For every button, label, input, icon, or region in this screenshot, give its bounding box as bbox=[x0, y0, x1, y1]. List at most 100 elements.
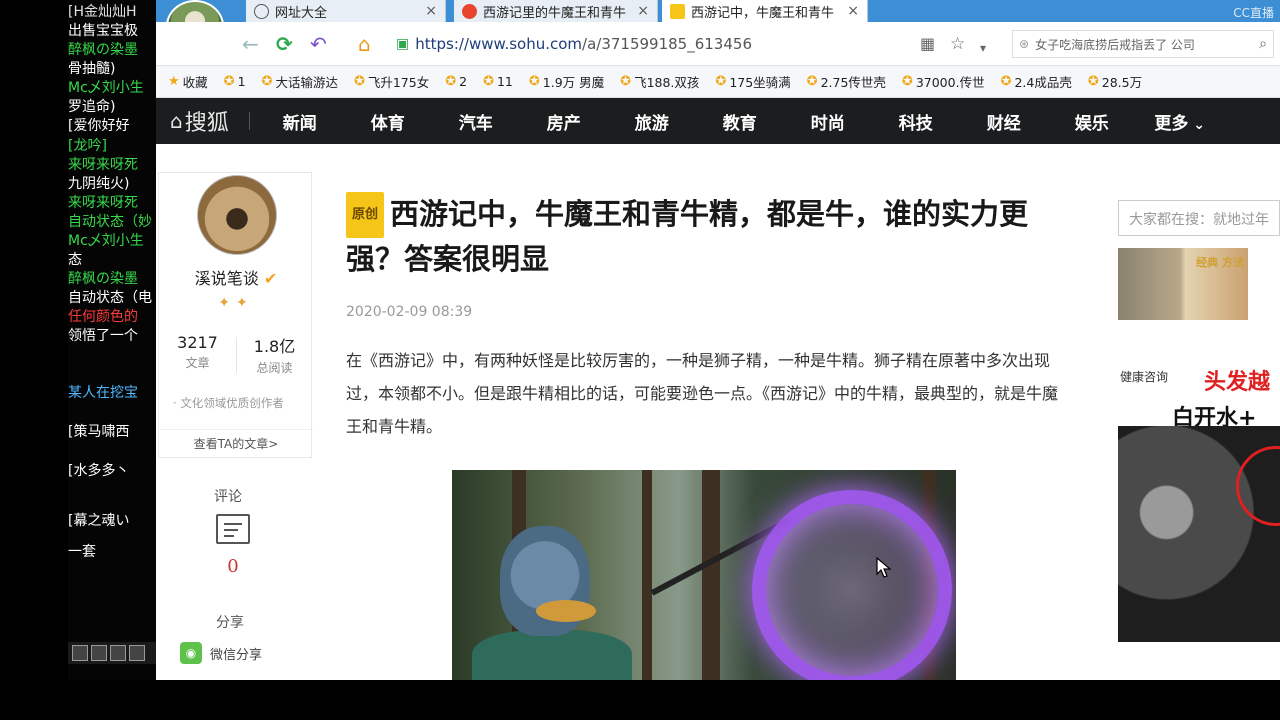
channel-label: 娱乐 bbox=[1074, 113, 1109, 134]
address-bar[interactable]: ▣ https://www.sohu.com/a/371599185_61345… bbox=[396, 30, 986, 58]
wechat-share-label: 微信分享 bbox=[210, 647, 263, 663]
comment-icon[interactable] bbox=[216, 514, 250, 544]
bookmark-icon: ✪ bbox=[483, 74, 494, 89]
wechat-share-button[interactable]: ◉ 微信分享 bbox=[180, 642, 262, 664]
bookmark-icon: ✪ bbox=[901, 74, 913, 89]
articles-label: 文章 bbox=[185, 356, 210, 370]
sidebar-ad-video[interactable] bbox=[1118, 426, 1280, 642]
author-card: 溪说笔谈 ✔ ✦✦ 3217 文章 1.8亿 总阅读 · 文化领域优质创作者 查… bbox=[158, 172, 313, 459]
chat-tool-icon[interactable] bbox=[129, 645, 145, 661]
bookmark-item[interactable]: ✪ 1.9万 男魔 bbox=[529, 72, 604, 91]
bookmark-label: 2.75传世壳 bbox=[820, 75, 886, 90]
search-text: 女子吃海底捞后戒指丢了 公司 bbox=[1035, 37, 1195, 52]
chat-line: Mc乄刘小生 bbox=[68, 80, 144, 96]
sidebar-search-input[interactable]: 大家都在搜：就地过年 bbox=[1118, 200, 1280, 236]
bookmark-item[interactable]: ✪ 11 bbox=[483, 74, 513, 89]
channel-link[interactable]: 财经 bbox=[960, 109, 1048, 134]
channel-link[interactable]: 娱乐 bbox=[1048, 109, 1136, 134]
home-icon[interactable]: ⌂ bbox=[358, 32, 371, 56]
channel-label: 更多 bbox=[1154, 113, 1189, 134]
chat-tool-icon[interactable] bbox=[72, 645, 88, 661]
channel-label: 房产 bbox=[546, 113, 581, 134]
chat-line: 醉枫の染墨 bbox=[68, 42, 138, 58]
chat-line: [龙吟] bbox=[68, 138, 107, 154]
bookmark-label: 175坐骑满 bbox=[729, 75, 791, 90]
bookmark-item[interactable]: ✪ 175坐骑满 bbox=[715, 72, 790, 91]
chat-line: [幕之魂い bbox=[68, 513, 130, 529]
channel-link[interactable]: 科技 bbox=[872, 109, 960, 134]
bookmark-item[interactable]: ✪ 大话输游达 bbox=[262, 72, 338, 91]
share-label: 分享 bbox=[216, 615, 244, 631]
reads-label: 总阅读 bbox=[256, 361, 293, 375]
game-chat-toolbar bbox=[68, 642, 158, 664]
close-icon[interactable]: × bbox=[637, 3, 649, 19]
chat-line: 九阴纯火) bbox=[68, 176, 130, 192]
sohu-logo[interactable]: ⌂ 搜狐 bbox=[170, 105, 229, 137]
close-icon[interactable]: × bbox=[847, 3, 859, 19]
chat-line: 醉枫の染墨 bbox=[68, 271, 138, 287]
star-icon[interactable]: ☆ bbox=[950, 32, 965, 56]
bookmark-icon: ✪ bbox=[528, 74, 540, 89]
bookmark-item[interactable]: ✪ 1 bbox=[224, 74, 246, 89]
search-box[interactable]: ⊛ 女子吃海底捞后戒指丢了 公司 ⌕ bbox=[1012, 30, 1274, 58]
close-icon[interactable]: × bbox=[425, 3, 437, 19]
channel-link[interactable]: 汽车 bbox=[432, 109, 520, 134]
bookmark-label: 37000.传世 bbox=[915, 75, 985, 90]
reload-icon[interactable]: ⟳ bbox=[276, 32, 293, 56]
ad-headline[interactable]: 头发越 bbox=[1204, 364, 1270, 396]
tab-sogou-search[interactable]: 西游记里的牛魔王和青牛 × bbox=[454, 0, 658, 22]
original-badge: 原创 bbox=[346, 192, 385, 238]
channel-link[interactable]: 时尚 bbox=[784, 109, 872, 134]
live-stream-badge: CC直播 bbox=[1233, 6, 1274, 20]
tab-sohu-article[interactable]: 西游记中，牛魔王和青牛 × bbox=[662, 0, 868, 22]
chat-line: 态 bbox=[68, 252, 82, 268]
game-chat-panel: [H金灿灿H 出售宝宝极 醉枫の染墨 骨抽髓) Mc乄刘小生 罗追命) [爱你好好 [龙吟] 来… bbox=[68, 0, 158, 680]
channel-link[interactable]: 新闻 bbox=[256, 109, 344, 134]
url-text[interactable]: https://www.sohu.com/a/371599185_613456 bbox=[415, 35, 752, 53]
channel-label: 时尚 bbox=[810, 113, 845, 134]
bookmark-label: 11 bbox=[496, 74, 513, 89]
channel-label: 体育 bbox=[370, 113, 405, 134]
author-avatar[interactable] bbox=[197, 175, 277, 255]
channel-link[interactable]: 更多 ⌄ bbox=[1136, 109, 1224, 134]
sidebar-ad-image[interactable]: 经典 方法 bbox=[1118, 248, 1248, 320]
chat-tool-icon[interactable] bbox=[110, 645, 126, 661]
bookmark-item[interactable]: ★ 收藏 bbox=[168, 72, 208, 91]
channel-link[interactable]: 体育 bbox=[344, 109, 432, 134]
home-icon: ⌂ bbox=[170, 109, 183, 133]
bookmark-item[interactable]: ✪ 37000.传世 bbox=[902, 72, 985, 91]
bookmark-icon: ✪ bbox=[353, 74, 365, 89]
channel-link[interactable]: 房产 bbox=[520, 109, 608, 134]
sohu-icon bbox=[670, 3, 685, 19]
tab-nav-home[interactable]: 网址大全 × bbox=[246, 0, 446, 22]
bookmark-item[interactable]: ✪ 28.5万 bbox=[1088, 72, 1142, 91]
chat-line: 自动状态（电 bbox=[68, 290, 152, 306]
bookmark-label: 28.5万 bbox=[1101, 75, 1143, 90]
author-tag: · 文化领域优质创作者 bbox=[173, 396, 284, 410]
chat-tool-icon[interactable] bbox=[91, 645, 107, 661]
chevron-down-icon[interactable]: ▾ bbox=[980, 36, 986, 60]
bookmark-item[interactable]: ✪ 飞188.双孩 bbox=[620, 72, 699, 91]
bookmark-item[interactable]: ✪ 2.4成品壳 bbox=[1001, 72, 1072, 91]
undo-icon[interactable]: ↶ bbox=[310, 32, 327, 56]
back-icon[interactable]: ← bbox=[242, 32, 259, 56]
search-icon[interactable]: ⌕ bbox=[1259, 36, 1267, 52]
bookmark-label: 1.9万 男魔 bbox=[542, 75, 605, 90]
secure-lock-icon: ▣ bbox=[396, 36, 410, 52]
article-title: 原创 西游记中，牛魔王和青牛精，都是牛，谁的实力更强？答案很明显 bbox=[346, 192, 1056, 280]
bookmark-item[interactable]: ✪ 2.75传世壳 bbox=[807, 72, 886, 91]
channel-link[interactable]: 教育 bbox=[696, 109, 784, 134]
bookmark-label: 大话输游达 bbox=[275, 75, 338, 90]
channel-link[interactable]: 旅游 bbox=[608, 109, 696, 134]
comment-count[interactable]: 0 bbox=[216, 556, 250, 577]
author-name[interactable]: 溪说笔谈 ✔ bbox=[159, 265, 313, 289]
bookmark-item[interactable]: ✪ 飞升175女 bbox=[354, 72, 429, 91]
bookmark-icon: ✪ bbox=[715, 74, 727, 89]
view-author-articles-link[interactable]: 查看TA的文章> bbox=[159, 429, 313, 459]
bookmark-icon: ✪ bbox=[223, 74, 235, 89]
articles-stat: 3217 文章 bbox=[159, 333, 236, 371]
bookmark-item[interactable]: ✪ 2 bbox=[445, 74, 467, 89]
qr-code-icon[interactable]: ▦ bbox=[920, 32, 935, 56]
reads-stat: 1.8亿 总阅读 bbox=[236, 333, 313, 376]
tab-label: 网址大全 bbox=[275, 5, 328, 21]
